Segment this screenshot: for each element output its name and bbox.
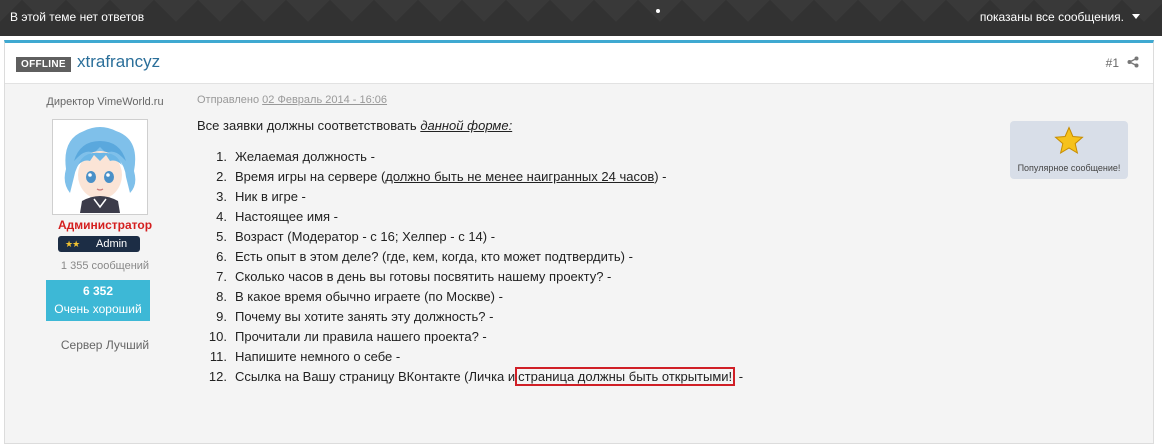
author-post-count: 1 355 сообщений — [60, 260, 150, 272]
list-item: 11. Напишите немного о себе - — [197, 347, 917, 367]
list-item: 10. Прочитали ли правила нашего проекта? … — [197, 327, 917, 347]
star-icon — [1054, 126, 1084, 155]
chevron-down-icon — [1132, 14, 1140, 19]
list-item-number: 6. — [216, 249, 227, 264]
list-item-text: Прочитали ли правила нашего проекта? - — [235, 329, 487, 344]
list-item-number: 5. — [216, 229, 227, 244]
list-item-text: Время игры на сервере ( — [235, 169, 386, 184]
message-filter-label: показаны все сообщения. — [979, 10, 1124, 24]
list-item: 9. Почему вы хотите занять эту должность?… — [197, 307, 917, 327]
list-item-number: 3. — [216, 189, 227, 204]
list-item-text: ) - — [654, 169, 667, 184]
reputation-label: Очень хороший — [54, 302, 142, 316]
popular-post-label: Популярное сообщение! — [1017, 163, 1121, 173]
author-group-title: Директор VimeWorld.ru — [46, 96, 164, 108]
list-item-text: Возраст (Модератор - с 16; Хелпер - с 14… — [235, 229, 496, 244]
post-intro: Все заявки должны соответствовать данной… — [197, 118, 512, 133]
list-item-text: Напишите немного о себе - — [235, 349, 401, 364]
list-item-number: 4. — [216, 209, 227, 224]
server-label: Сервер — [60, 338, 103, 352]
list-item-text: - — [735, 369, 744, 384]
rank-badge: ★★ Admin — [58, 236, 140, 252]
list-item: 7. Сколько часов в день вы готовы посвяти… — [197, 267, 917, 287]
post-header: OFFLINE xtrafrancyz #1 — [5, 43, 1153, 84]
author-rank-title: Администратор — [57, 218, 153, 232]
list-item: 3. Ник в игре - — [197, 187, 917, 207]
status-badge: OFFLINE — [16, 57, 71, 72]
list-item-text: Желаемая должность - — [235, 149, 375, 164]
list-item-number: 9. — [216, 309, 227, 324]
list-item: 12. Ссылка на Вашу страницу ВКонтакте (Ли… — [197, 367, 917, 387]
application-form-list: 1. Желаемая должность - 2. Время игры на се… — [197, 147, 917, 387]
list-item-number: 10. — [208, 329, 227, 344]
post-date-prefix: Отправлено — [197, 94, 260, 106]
author-sidebar: Директор VimeWorld.ru Администратор ★★ A… — [5, 84, 205, 443]
list-item: 5. Возраст (Модератор - с 16; Хелпер - с … — [197, 227, 917, 247]
list-item-text: Есть опыт в этом деле? (где, кем, когда,… — [235, 249, 633, 264]
list-item-number: 1. — [216, 149, 227, 164]
list-item-text: Настоящее имя - — [235, 209, 338, 224]
list-item: 6. Есть опыт в этом деле? (где, кем, когд… — [197, 247, 917, 267]
list-item-text: Ник в игре - — [235, 189, 306, 204]
post-date-link[interactable]: 02 Февраль 2014 - 16:06 — [262, 94, 387, 106]
highlighted-text: страница должны быть открытыми! — [515, 367, 736, 386]
list-item-number: 2. — [216, 169, 227, 184]
list-item: 2. Время игры на сервере (должно быть не … — [197, 167, 917, 187]
author-username-link[interactable]: xtrafrancyz — [77, 52, 160, 72]
form-link[interactable]: данной форме: — [420, 118, 512, 133]
list-item-text: В какое время обычно играете (по Москве)… — [235, 289, 503, 304]
rank-stars-icon: ★★ — [65, 239, 80, 249]
avatar-image — [54, 121, 146, 213]
topic-toolbar: В этой теме нет ответов показаны все соо… — [0, 0, 1162, 36]
share-icon[interactable] — [1127, 56, 1139, 68]
rank-badge-label: Admin — [96, 238, 128, 250]
list-item-text: Сколько часов в день вы готовы посвятить… — [235, 269, 612, 284]
message-filter-dropdown[interactable]: показаны все сообщения. — [980, 10, 1140, 24]
reputation-value: 6 352 — [82, 284, 114, 298]
list-item: 1. Желаемая должность - — [197, 147, 917, 167]
topic-status-text: В этой теме нет ответов — [10, 10, 145, 24]
list-item-text: Почему вы хотите занять эту должность? - — [235, 309, 494, 324]
server-value: Лучший — [105, 338, 150, 352]
popular-post-badge[interactable]: Популярное сообщение! — [1010, 121, 1128, 179]
author-server: Сервер Лучший — [5, 338, 205, 352]
list-item-number: 11. — [209, 349, 227, 364]
list-item-number: 8. — [216, 289, 227, 304]
list-item: 4. Настоящее имя - — [197, 207, 917, 227]
avatar[interactable] — [52, 119, 148, 215]
topbar-dot — [656, 9, 660, 13]
list-item: 8. В какое время обычно играете (по Москв… — [197, 287, 917, 307]
post-date: Отправлено 02 Февраль 2014 - 16:06 — [197, 94, 387, 106]
list-item-text: Ссылка на Вашу страницу ВКонтакте (Личка… — [235, 369, 516, 384]
list-item-number: 7. — [216, 269, 227, 284]
forum-post: OFFLINE xtrafrancyz #1 Директор VimeWorl… — [4, 40, 1154, 444]
reputation-box[interactable]: 6 352 Очень хороший — [46, 280, 150, 321]
list-item-number: 12. — [208, 369, 227, 384]
post-number-link[interactable]: #1 — [1106, 56, 1119, 70]
post-intro-text: Все заявки должны соответствовать — [197, 118, 417, 133]
underlined-text: должно быть не менее наигранных 24 часов — [385, 169, 655, 184]
